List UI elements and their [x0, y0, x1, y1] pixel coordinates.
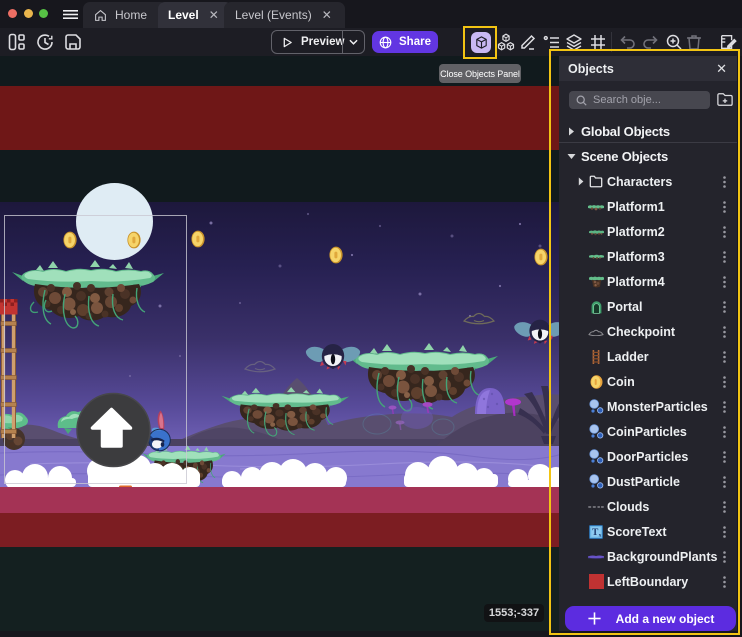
- svg-text:x: x: [599, 532, 602, 538]
